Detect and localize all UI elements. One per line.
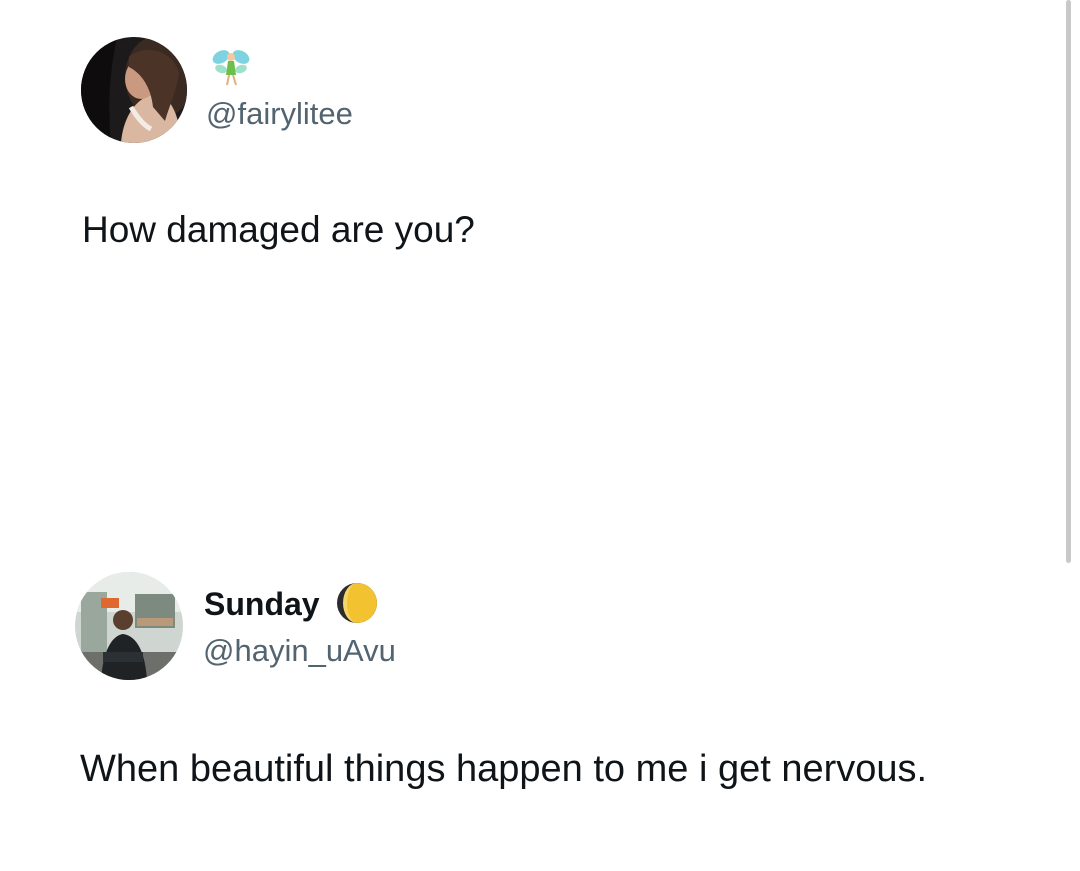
author-avatar-image <box>81 37 187 143</box>
scrollbar[interactable] <box>1066 0 1071 563</box>
reply-tweet: Sunday @hayin_uAvu When beautiful things… <box>0 560 1060 860</box>
author-handle[interactable]: @fairylitee <box>206 96 353 132</box>
reply-author-avatar[interactable] <box>75 572 183 680</box>
tweet-text: How damaged are you? <box>82 209 475 250</box>
fairy-emoji-icon <box>209 45 253 94</box>
moon-phase-emoji-icon <box>335 581 379 630</box>
author-avatar[interactable] <box>81 37 187 143</box>
reply-display-name[interactable]: Sunday <box>204 586 320 623</box>
original-tweet: @fairylitee How damaged are you? <box>0 0 1060 300</box>
reply-author-handle[interactable]: @hayin_uAvu <box>203 633 396 669</box>
reply-text: When beautiful things happen to me i get… <box>80 748 928 790</box>
reply-author-avatar-image <box>75 572 183 680</box>
